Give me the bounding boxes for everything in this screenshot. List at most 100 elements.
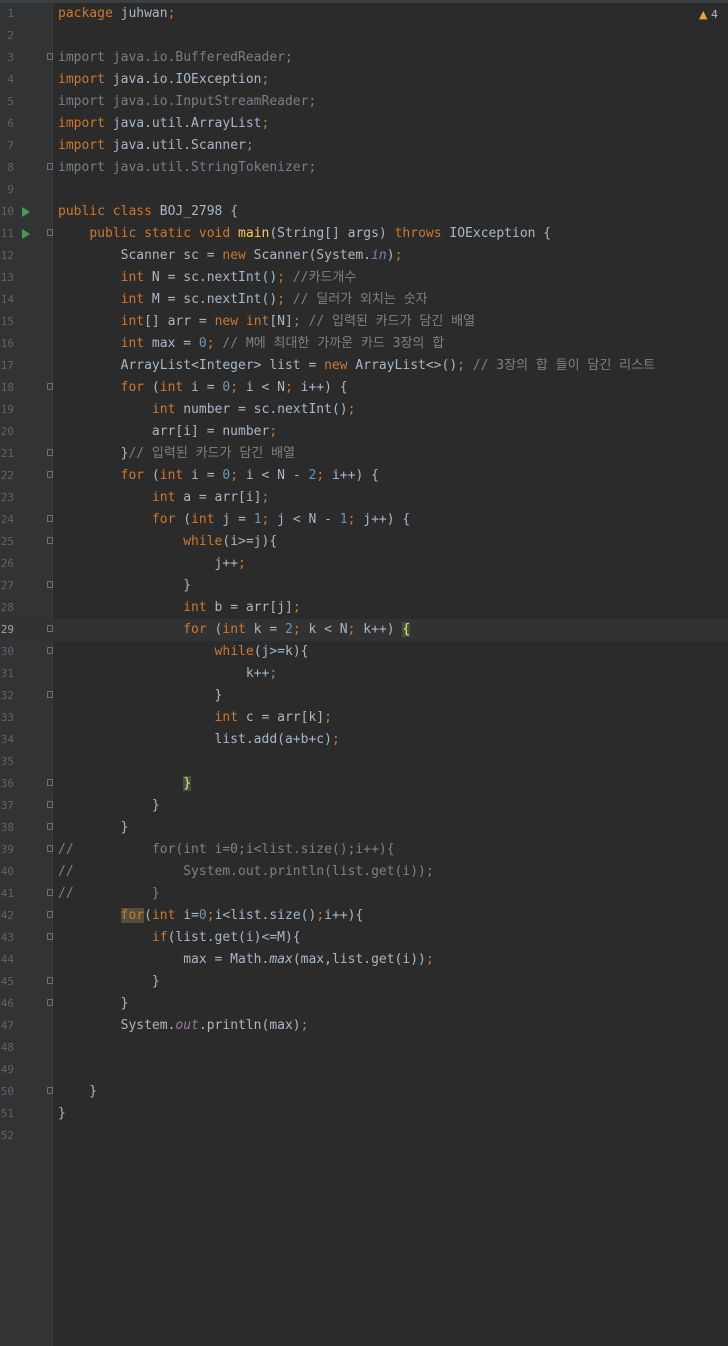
code-line[interactable]: 25 while(i>=j){ [0,531,728,553]
code-line[interactable]: 20 arr[i] = number; [0,421,728,443]
code-line[interactable]: 15 int[] arr = new int[N]; // 입력된 카드가 담긴… [0,311,728,333]
fold-marker-icon[interactable] [47,845,53,852]
line-number: 26 [0,557,14,570]
code-line[interactable]: 26 j++; [0,553,728,575]
code-line[interactable]: 29 for (int k = 2; k < N; k++) { [0,619,728,641]
code-line[interactable]: 48 [0,1037,728,1059]
code-line[interactable]: 19 int number = sc.nextInt(); [0,399,728,421]
code-line[interactable]: 36 } [0,773,728,795]
code-line[interactable]: 31 k++; [0,663,728,685]
code-line[interactable]: 50 } [0,1081,728,1103]
fold-marker-icon[interactable] [47,911,53,918]
code-text: package juhwan; [58,6,176,21]
fold-marker-icon[interactable] [47,1087,53,1094]
code-line[interactable]: 42 for(int i=0;i<list.size();i++){ [0,905,728,927]
code-line[interactable]: 46 } [0,993,728,1015]
fold-marker-icon[interactable] [47,383,53,390]
code-text: System.out.println(max); [58,1018,309,1033]
line-number: 37 [0,799,14,812]
code-line[interactable]: 2 [0,25,728,47]
code-line[interactable]: 11 public static void main(String[] args… [0,223,728,245]
code-line[interactable]: 9 [0,179,728,201]
code-line[interactable]: 51} [0,1103,728,1125]
code-line[interactable]: 1 package juhwan; [0,3,728,25]
code-line[interactable]: 40 // System.out.println(list.get(i)); [0,861,728,883]
code-text: for (int i = 0; i < N; i++) { [120,380,348,395]
fold-marker-icon[interactable] [47,823,53,830]
code-line[interactable]: 16 int max = 0; // M에 최대한 가까운 카드 3장의 합 [0,333,728,355]
code-line[interactable]: 4 import java.io.IOException; [0,69,728,91]
code-line[interactable]: 7 import java.util.Scanner; [0,135,728,157]
code-line[interactable]: 44 max = Math.max(max,list.get(i)); [0,949,728,971]
code-line[interactable]: 32 } [0,685,728,707]
code-line[interactable]: 49 [0,1059,728,1081]
code-text: } [58,798,160,813]
code-line[interactable]: 30 while(j>=k){ [0,641,728,663]
code-text: // System.out.println(list.get(i)); [58,864,434,879]
line-number: 17 [0,359,14,372]
code-line[interactable]: 39 // for(int i=0;i<list.size();i++){ [0,839,728,861]
fold-marker-icon[interactable] [47,933,53,940]
code-line[interactable]: 12 Scanner sc = new Scanner(System.in); [0,245,728,267]
fold-marker-icon[interactable] [47,53,53,60]
code-line[interactable]: 45 } [0,971,728,993]
code-line[interactable]: 52 [0,1125,728,1147]
fold-marker-icon[interactable] [47,625,53,632]
code-line[interactable]: 38 } [0,817,728,839]
code-line[interactable]: 43 if(list.get(i)<=M){ [0,927,728,949]
code-line[interactable]: 35 [0,751,728,773]
code-line[interactable]: 41 // } [0,883,728,905]
code-line[interactable]: 27 } [0,575,728,597]
code-text: ArrayList<Integer> list = new ArrayList<… [58,358,656,373]
code-text: int N = sc.nextInt(); //카드개수 [120,270,357,285]
line-number: 52 [0,1129,14,1142]
code-text: } [58,688,223,703]
code-line[interactable]: 23 int a = arr[i]; [0,487,728,509]
fold-marker-icon[interactable] [47,889,53,896]
fold-marker-icon[interactable] [47,449,53,456]
code-line[interactable]: 37 } [0,795,728,817]
fold-marker-icon[interactable] [47,801,53,808]
code-line[interactable]: 14 int M = sc.nextInt(); // 딜러가 외치는 숫자 [0,289,728,311]
code-line[interactable]: 8 import java.util.StringTokenizer; [0,157,728,179]
code-line[interactable]: 13 int N = sc.nextInt(); //카드개수 [0,267,728,289]
code-line[interactable]: 3 import java.io.BufferedReader; [0,47,728,69]
code-line[interactable]: 18 for (int i = 0; i < N; i++) { [0,377,728,399]
code-text: } [58,1106,66,1121]
run-gutter-icon[interactable] [22,207,30,217]
fold-marker-icon[interactable] [47,977,53,984]
code-line[interactable]: 17 ArrayList<Integer> list = new ArrayLi… [0,355,728,377]
code-line[interactable]: 28 int b = arr[j]; [0,597,728,619]
line-number: 3 [7,51,14,64]
code-line[interactable]: 33 int c = arr[k]; [0,707,728,729]
fold-marker-icon[interactable] [47,515,53,522]
code-text: public static void main(String[] args) t… [89,226,552,241]
fold-marker-icon[interactable] [47,691,53,698]
code-text: for (int j = 1; j < N - 1; j++) { [151,512,411,527]
line-number: 5 [7,95,14,108]
line-number: 40 [0,865,14,878]
code-line[interactable]: 5 import java.io.InputStreamReader; [0,91,728,113]
code-line[interactable]: 22 for (int i = 0; i < N - 2; i++) { [0,465,728,487]
code-text: } [58,578,192,593]
fold-marker-icon[interactable] [47,581,53,588]
fold-marker-icon[interactable] [47,647,53,654]
code-line[interactable]: 24 for (int j = 1; j < N - 1; j++) { [0,509,728,531]
line-number: 6 [7,117,14,130]
line-number: 20 [0,425,14,438]
code-text: int M = sc.nextInt(); // 딜러가 외치는 숫자 [120,292,428,307]
code-line[interactable]: 6 import java.util.ArrayList; [0,113,728,135]
code-line[interactable]: 34 list.add(a+b+c); [0,729,728,751]
fold-marker-icon[interactable] [47,999,53,1006]
fold-marker-icon[interactable] [47,471,53,478]
fold-marker-icon[interactable] [47,229,53,236]
fold-marker-icon[interactable] [47,779,53,786]
fold-marker-icon[interactable] [47,537,53,544]
code-line[interactable]: 10 public class BOJ_2798 { [0,201,728,223]
fold-marker-icon[interactable] [47,163,53,170]
code-line[interactable]: 47 System.out.println(max); [0,1015,728,1037]
line-number: 38 [0,821,14,834]
run-gutter-icon[interactable] [22,229,30,239]
code-editor[interactable]: 1 package juhwan; 2 3 import java.io.Buffere… [0,3,728,1147]
code-line[interactable]: 21 }// 입력된 카드가 담긴 배열 [0,443,728,465]
